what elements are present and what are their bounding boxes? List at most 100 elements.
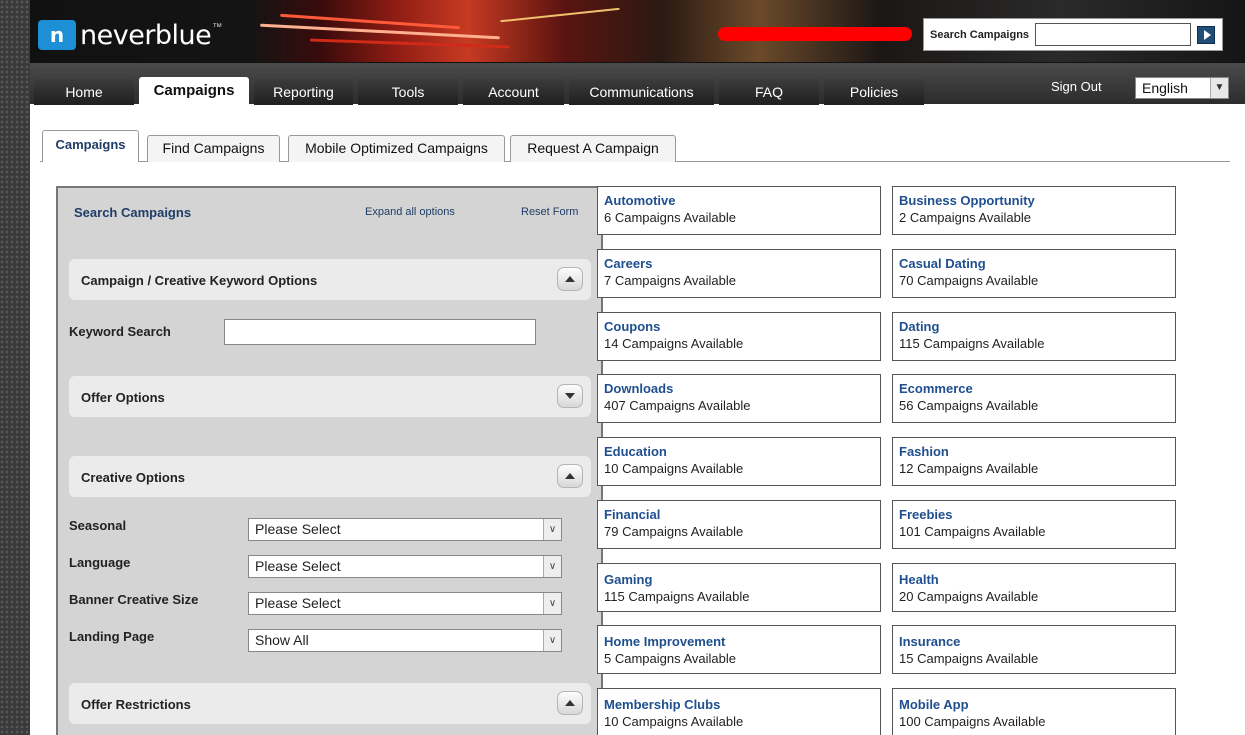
category-name-link[interactable]: Coupons — [604, 319, 880, 335]
category-card[interactable]: Health 20 Campaigns Available — [892, 563, 1176, 612]
category-card[interactable]: Education 10 Campaigns Available — [597, 437, 881, 486]
chevron-up-icon — [565, 700, 575, 706]
language-label: Language — [69, 555, 131, 570]
landing-page-select[interactable]: Show All ∨ — [248, 629, 562, 652]
subtab-find-campaigns[interactable]: Find Campaigns — [147, 135, 280, 162]
seasonal-label: Seasonal — [69, 518, 127, 533]
logo-text: neverblue — [80, 19, 212, 51]
language-filter-select[interactable]: Please Select ∨ — [248, 555, 562, 578]
category-card[interactable]: Financial 79 Campaigns Available — [597, 500, 881, 549]
sign-out-link[interactable]: Sign Out — [1051, 79, 1102, 94]
category-card[interactable]: Membership Clubs 10 Campaigns Available — [597, 688, 881, 735]
seasonal-select-value: Please Select — [255, 521, 341, 537]
nav-tab-home[interactable]: Home — [34, 79, 134, 105]
section-creative-options[interactable]: Creative Options — [69, 456, 591, 497]
nav-tab-account[interactable]: Account — [463, 79, 564, 105]
header-banner: n neverblue ™ Search Campaigns — [30, 0, 1245, 62]
left-background-rail — [0, 0, 30, 735]
category-card[interactable]: Ecommerce 56 Campaigns Available — [892, 374, 1176, 423]
category-name-link[interactable]: Home Improvement — [604, 634, 880, 650]
category-card[interactable]: Gaming 115 Campaigns Available — [597, 563, 881, 612]
banner-creative-size-select[interactable]: Please Select ∨ — [248, 592, 562, 615]
category-name-link[interactable]: Careers — [604, 256, 880, 272]
language-select[interactable]: English ▼ — [1135, 77, 1229, 99]
category-name-link[interactable]: Health — [899, 572, 1175, 588]
category-count: 79 Campaigns Available — [604, 524, 744, 539]
header-search-input[interactable] — [1035, 23, 1192, 46]
collapse-button[interactable] — [557, 267, 583, 291]
category-count: 15 Campaigns Available — [899, 651, 1039, 666]
category-name-link[interactable]: Insurance — [899, 634, 1175, 650]
collapse-button[interactable] — [557, 464, 583, 488]
chevron-down-icon — [565, 393, 575, 399]
category-card[interactable]: Casual Dating 70 Campaigns Available — [892, 249, 1176, 298]
category-name-link[interactable]: Downloads — [604, 381, 880, 397]
nav-tab-communications[interactable]: Communications — [569, 79, 714, 105]
chevron-down-icon: ∨ — [543, 630, 561, 651]
chevron-down-icon: ▼ — [1210, 78, 1228, 98]
neverblue-logo[interactable]: n neverblue ™ — [38, 18, 222, 52]
category-count: 56 Campaigns Available — [899, 398, 1039, 413]
section-offer-restrictions[interactable]: Offer Restrictions — [69, 683, 591, 724]
category-name-link[interactable]: Fashion — [899, 444, 1175, 460]
language-select-value: English — [1142, 80, 1188, 96]
category-name-link[interactable]: Gaming — [604, 572, 880, 588]
subtab-mobile-optimized-campaigns[interactable]: Mobile Optimized Campaigns — [288, 135, 505, 162]
chevron-down-icon: ∨ — [543, 593, 561, 614]
category-card[interactable]: Careers 7 Campaigns Available — [597, 249, 881, 298]
category-card[interactable]: Coupons 14 Campaigns Available — [597, 312, 881, 361]
category-count: 5 Campaigns Available — [604, 651, 737, 666]
category-card[interactable]: Dating 115 Campaigns Available — [892, 312, 1176, 361]
category-name-link[interactable]: Business Opportunity — [899, 193, 1175, 209]
category-card[interactable]: Downloads 407 Campaigns Available — [597, 374, 881, 423]
decorative-light-streak — [500, 7, 620, 23]
nav-tab-reporting[interactable]: Reporting — [254, 79, 353, 105]
category-name-link[interactable]: Education — [604, 444, 880, 460]
section-keyword-options[interactable]: Campaign / Creative Keyword Options — [69, 259, 591, 300]
banner-creative-size-label: Banner Creative Size — [69, 592, 199, 607]
nav-tab-tools[interactable]: Tools — [358, 79, 458, 105]
chevron-down-icon: ∨ — [543, 519, 561, 540]
collapse-button[interactable] — [557, 691, 583, 715]
category-count: 7 Campaigns Available — [604, 273, 737, 288]
section-label: Campaign / Creative Keyword Options — [81, 273, 318, 288]
category-name-link[interactable]: Freebies — [899, 507, 1175, 523]
category-card[interactable]: Fashion 12 Campaigns Available — [892, 437, 1176, 486]
redacted-user-info — [718, 27, 912, 41]
subtab-request-a-campaign[interactable]: Request A Campaign — [510, 135, 676, 162]
category-count: 14 Campaigns Available — [604, 336, 744, 351]
keyword-search-label: Keyword Search — [69, 324, 171, 339]
category-card[interactable]: Freebies 101 Campaigns Available — [892, 500, 1176, 549]
nav-tab-policies[interactable]: Policies — [824, 79, 924, 105]
category-name-link[interactable]: Financial — [604, 507, 880, 523]
landing-page-label: Landing Page — [69, 629, 155, 644]
category-count: 70 Campaigns Available — [899, 273, 1039, 288]
category-name-link[interactable]: Casual Dating — [899, 256, 1175, 272]
nav-tab-campaigns[interactable]: Campaigns — [139, 77, 249, 107]
seasonal-select[interactable]: Please Select ∨ — [248, 518, 562, 541]
keyword-search-input[interactable] — [224, 319, 536, 345]
search-go-button[interactable] — [1197, 25, 1216, 44]
category-count: 6 Campaigns Available — [604, 210, 737, 225]
category-name-link[interactable]: Ecommerce — [899, 381, 1175, 397]
expand-button[interactable] — [557, 384, 583, 408]
category-card[interactable]: Insurance 15 Campaigns Available — [892, 625, 1176, 674]
category-name-link[interactable]: Automotive — [604, 193, 880, 209]
header-search: Search Campaigns — [923, 18, 1223, 51]
category-name-link[interactable]: Membership Clubs — [604, 697, 880, 713]
category-name-link[interactable]: Mobile App — [899, 697, 1175, 713]
category-name-link[interactable]: Dating — [899, 319, 1175, 335]
section-label: Offer Restrictions — [81, 697, 191, 712]
category-card[interactable]: Business Opportunity 2 Campaigns Availab… — [892, 186, 1176, 235]
nav-tab-faq[interactable]: FAQ — [719, 79, 819, 105]
logo-trademark: ™ — [212, 22, 223, 33]
section-offer-options[interactable]: Offer Options — [69, 376, 591, 417]
reset-form-link[interactable]: Reset Form — [521, 206, 578, 218]
category-card[interactable]: Automotive 6 Campaigns Available — [597, 186, 881, 235]
category-count: 10 Campaigns Available — [604, 714, 744, 729]
subtab-campaigns[interactable]: Campaigns — [42, 130, 139, 162]
category-card[interactable]: Mobile App 100 Campaigns Available — [892, 688, 1176, 735]
chevron-up-icon — [565, 276, 575, 282]
category-card[interactable]: Home Improvement 5 Campaigns Available — [597, 625, 881, 674]
expand-all-options-link[interactable]: Expand all options — [365, 206, 455, 218]
